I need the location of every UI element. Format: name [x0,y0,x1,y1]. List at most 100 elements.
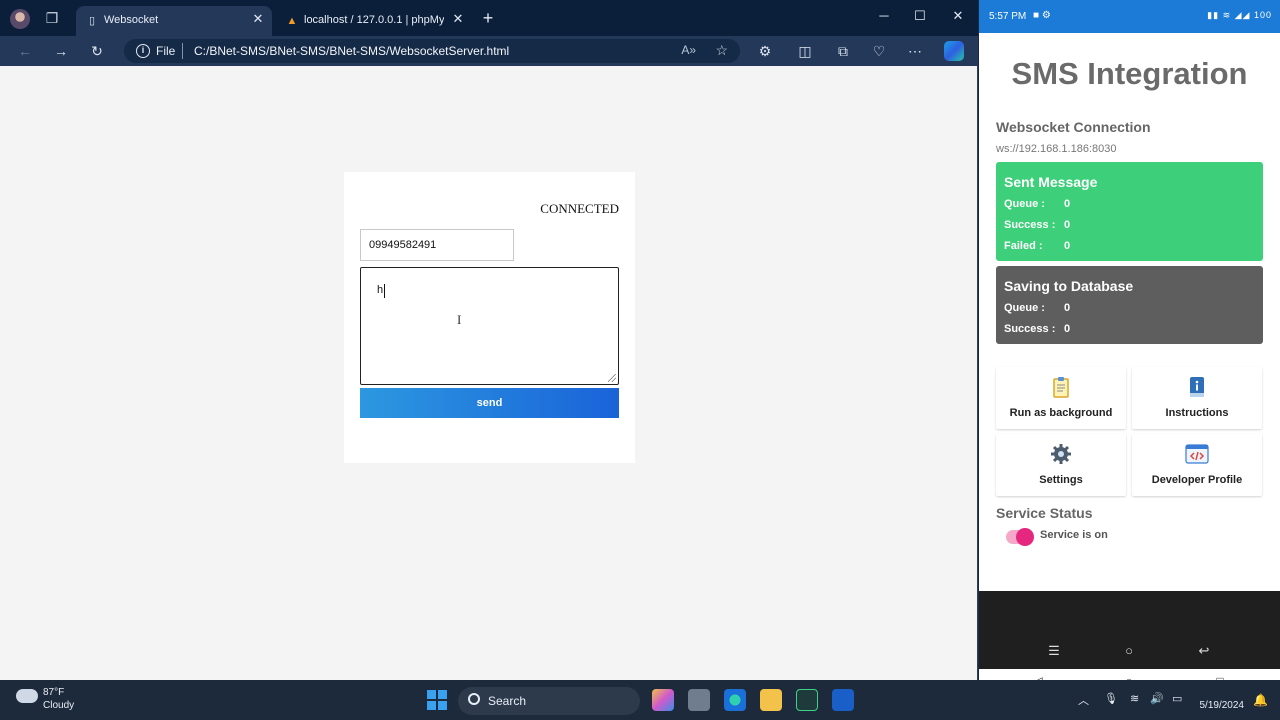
address-scheme: File [156,44,176,58]
info-book-icon [1190,377,1204,397]
close-window-icon[interactable]: ✕ [940,6,976,26]
battery-icon[interactable]: ▭ [1172,692,1182,705]
browser-toolbar: ← → ↻ i File C:/BNet-SMS/BNet-SMS/BNet-S… [0,36,978,66]
sent-success-label: Success : [1004,219,1056,231]
extensions-icon[interactable]: ⚙ [754,41,776,61]
sent-queue-value: 0 [1064,198,1071,210]
edge-icon[interactable] [724,689,746,711]
gear-icon [1051,444,1071,464]
connection-status: CONNECTED [540,201,619,216]
saving-database-card: Saving to Database Queue : 0 Success : 0 [996,266,1263,344]
toggle-knob [1016,528,1034,546]
websocket-url: ws://192.168.1.186:8030 [996,143,1117,155]
phone-number-input[interactable]: 09949582491 [360,229,514,261]
service-toggle[interactable] [1006,528,1034,546]
db-success-label: Success : [1004,323,1056,335]
search-label: Search [488,694,527,708]
close-tab-icon[interactable]: ✕ [450,11,466,27]
back-arrow-icon[interactable]: ↩ [1194,643,1214,659]
code-window-icon [1185,444,1209,464]
db-queue-value: 0 [1064,302,1071,314]
message-textarea[interactable]: h I [360,267,619,385]
tab-title: Websocket [104,14,159,26]
browser-window: ❐ ▯ Websocket ✕ ▲ localhost / 127.0.0.1 … [0,0,978,680]
split-screen-icon[interactable]: ◫ [794,41,816,61]
tile-label: Developer Profile [1151,474,1243,486]
weather-temp[interactable]: 87°F [43,687,64,698]
volume-icon[interactable]: 🔊 [1150,692,1164,705]
phpmyadmin-icon: ▲ [286,15,298,27]
new-tab-icon[interactable]: + [478,8,498,28]
ibeam-cursor-icon: I [457,312,462,327]
more-menu-icon[interactable]: ⋯ [904,41,926,61]
browser-essentials-icon[interactable]: ♡ [868,41,890,61]
text-caret [384,284,385,298]
tab-bar: ❐ ▯ Websocket ✕ ▲ localhost / 127.0.0.1 … [0,0,978,36]
battery-level: 100 [1253,10,1272,20]
task-view-icon[interactable] [688,689,710,711]
address-url[interactable]: C:/BNet-SMS/BNet-SMS/BNet-SMS/WebsocketS… [194,44,509,58]
websocket-form-card: CONNECTED 09949582491 h I send [344,172,635,463]
service-status-label: Service is on [1040,529,1108,541]
weather-desc[interactable]: Cloudy [43,700,74,711]
db-success-value: 0 [1064,323,1071,335]
workspaces-icon[interactable]: ❐ [44,10,60,26]
back-icon[interactable]: ← [14,41,36,61]
info-icon[interactable]: i [136,44,150,58]
tray-chevron-icon[interactable]: ︿ [1078,692,1089,708]
wifi-icon[interactable]: ≋ [1130,692,1139,705]
tile-run-background[interactable]: Run as background [996,367,1126,429]
profile-avatar[interactable] [10,9,30,29]
phone-screen: 5:57 PM ■ ⚙ ▮▮ ≋ ◢◢ 100 SMS Integration … [979,0,1280,695]
cloud-icon[interactable] [16,689,38,703]
refresh-icon[interactable]: ↻ [86,41,108,61]
app-title: SMS Integration [1011,56,1248,91]
copilot-icon[interactable] [944,41,964,61]
tab-websocket[interactable]: ▯ Websocket ✕ [76,6,272,36]
signal-wifi-battery-icons: ▮▮ ≋ ◢◢ 100 [1207,10,1272,20]
send-button[interactable]: send [360,388,619,418]
favorite-star-icon[interactable]: ☆ [715,42,728,59]
file-explorer-icon[interactable] [760,689,782,711]
db-queue-label: Queue : [1004,302,1045,314]
tile-label: Instructions [1165,407,1229,419]
notification-bell-icon[interactable]: 🔔 [1253,693,1268,707]
android-studio-icon[interactable] [796,689,818,711]
resize-handle-icon[interactable] [608,374,616,382]
app-icon[interactable] [832,689,854,711]
tile-label: Settings [1039,474,1083,486]
tile-developer-profile[interactable]: Developer Profile [1132,434,1262,496]
service-status-title: Service Status [996,505,1093,521]
taskbar-date[interactable]: 5/19/2024 [1200,700,1245,711]
microphone-icon[interactable]: 🎙 [1104,692,1118,705]
clipboard-icon [1053,377,1069,398]
file-icon: ▯ [88,15,96,27]
close-tab-icon[interactable]: ✕ [250,11,266,27]
status-time: 5:57 PM [989,11,1027,22]
tile-instructions[interactable]: Instructions [1132,367,1262,429]
home-circle-icon[interactable]: ○ [1119,643,1139,658]
sent-card-title: Sent Message [1004,174,1098,190]
sent-success-value: 0 [1064,219,1071,231]
db-card-title: Saving to Database [1004,278,1134,294]
forward-icon[interactable]: → [50,41,72,61]
notification-icons: ■ ⚙ [1033,10,1051,21]
minimize-icon[interactable]: ─ [866,6,902,26]
message-text: h [377,284,384,296]
android-status-bar: 5:57 PM ■ ⚙ ▮▮ ≋ ◢◢ 100 [979,0,1280,33]
windows-taskbar: 87°F Cloudy Search ︿ 🎙 ≋ 🔊 ▭ 5/19/2024 🔔 [0,680,1280,720]
address-divider [182,43,183,59]
address-bar[interactable]: i File C:/BNet-SMS/BNet-SMS/BNet-SMS/Web… [124,39,740,63]
sent-failed-label: Failed : [1004,240,1043,252]
menu-icon[interactable]: ☰ [1044,643,1064,659]
maximize-icon[interactable]: ☐ [902,6,938,26]
collections-icon[interactable]: ⧉ [832,41,854,61]
tile-settings[interactable]: Settings [996,434,1126,496]
tab-title: localhost / 127.0.0.1 | phpMyAdmin [304,14,444,26]
search-icon [468,693,480,705]
tab-phpmyadmin[interactable]: ▲ localhost / 127.0.0.1 | phpMyAdmin ✕ [276,6,472,36]
copilot-app-icon[interactable] [652,689,674,711]
taskbar-search[interactable]: Search [458,687,640,715]
read-aloud-icon[interactable]: A» [681,43,696,57]
start-icon[interactable] [427,690,447,710]
